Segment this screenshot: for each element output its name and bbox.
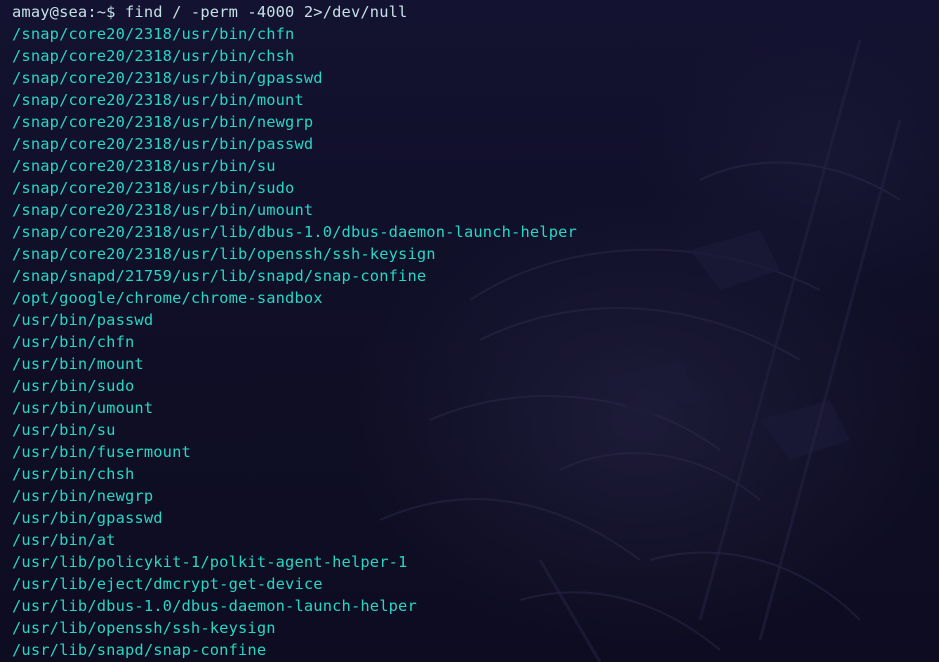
output-line: /usr/lib/policykit-1/polkit-agent-helper… [12,553,408,571]
output-line: /usr/bin/at [12,531,116,549]
output-line: /snap/core20/2318/usr/bin/chsh [12,47,295,65]
output-line: /usr/bin/chfn [12,333,135,351]
command-output: /snap/core20/2318/usr/bin/chfn/snap/core… [12,23,939,661]
command-prompt-line: amay@sea:~$ find / -perm -4000 2>/dev/nu… [12,3,408,21]
output-line: /snap/core20/2318/usr/bin/su [12,157,276,175]
output-line: /snap/core20/2318/usr/bin/umount [12,201,314,219]
output-line: /snap/core20/2318/usr/bin/mount [12,91,304,109]
terminal-output-area[interactable]: amay@sea:~$ find / -perm -4000 2>/dev/nu… [12,1,939,661]
output-line: /snap/core20/2318/usr/bin/gpasswd [12,69,323,87]
output-line: /usr/bin/su [12,421,116,439]
output-line: /snap/core20/2318/usr/lib/openssh/ssh-ke… [12,245,436,263]
output-line: /usr/bin/passwd [12,311,154,329]
output-line: /usr/bin/sudo [12,377,135,395]
output-line: /usr/bin/mount [12,355,144,373]
output-line: /snap/core20/2318/usr/lib/dbus-1.0/dbus-… [12,223,577,241]
output-line: /usr/lib/dbus-1.0/dbus-daemon-launch-hel… [12,597,417,615]
output-line: /usr/lib/openssh/ssh-keysign [12,619,276,637]
output-line: /usr/bin/fusermount [12,443,191,461]
output-line: /usr/bin/gpasswd [12,509,163,527]
output-line: /usr/bin/newgrp [12,487,154,505]
output-line: /usr/lib/snapd/snap-confine [12,641,267,659]
output-line: /snap/core20/2318/usr/bin/chfn [12,25,295,43]
output-line: /snap/snapd/21759/usr/lib/snapd/snap-con… [12,267,427,285]
output-line: /usr/bin/umount [12,399,154,417]
output-line: /snap/core20/2318/usr/bin/newgrp [12,113,314,131]
output-line: /snap/core20/2318/usr/bin/passwd [12,135,314,153]
output-line: /usr/bin/chsh [12,465,135,483]
output-line: /usr/lib/eject/dmcrypt-get-device [12,575,323,593]
output-line: /opt/google/chrome/chrome-sandbox [12,289,323,307]
output-line: /snap/core20/2318/usr/bin/sudo [12,179,295,197]
